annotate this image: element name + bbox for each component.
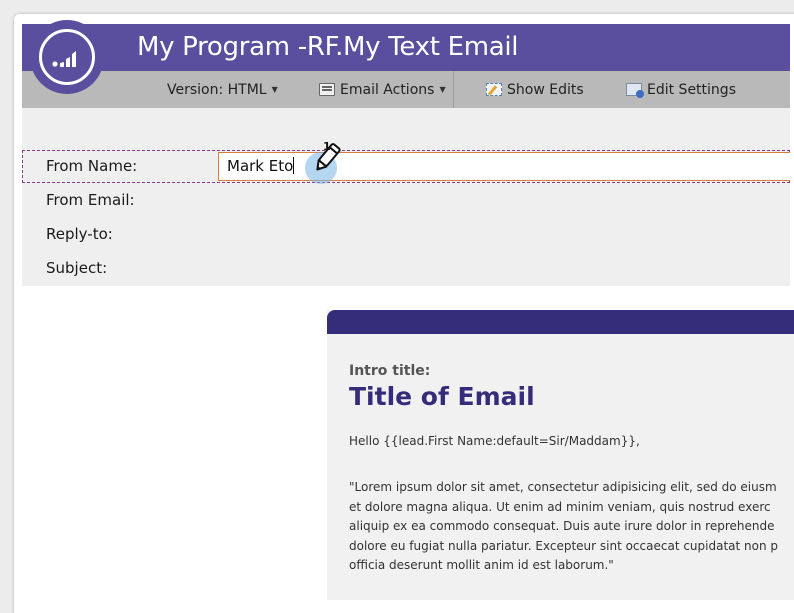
intro-title-label: Intro title:	[349, 363, 431, 379]
email-header-bar	[327, 310, 794, 334]
cursor-step-badge: 1	[323, 140, 331, 153]
reply-to-row[interactable]: Reply-to:	[22, 218, 790, 251]
page-title: My Program -RF.My Text Email	[137, 32, 519, 62]
from-email-row[interactable]: From Email:	[22, 184, 790, 217]
email-title[interactable]: Title of Email	[349, 382, 535, 411]
edit-cursor: 1	[295, 138, 355, 188]
subject-label: Subject:	[46, 259, 108, 277]
signal-bars-icon	[52, 51, 76, 67]
reply-to-label: Reply-to:	[46, 225, 113, 243]
edit-settings-label: Edit Settings	[647, 81, 736, 98]
toolbar: Version: HTML ▼ Email Actions ▼ Show Edi…	[22, 71, 790, 108]
show-edits-button[interactable]: Show Edits	[486, 71, 584, 108]
email-actions-label: Email Actions	[340, 81, 435, 98]
subject-row[interactable]: Subject:	[22, 252, 790, 285]
from-email-label: From Email:	[46, 191, 135, 209]
caret-down-icon: ▼	[271, 85, 278, 94]
body-line: aliquip ex ea commodo consequat. Duis au…	[349, 519, 775, 533]
body-line: et dolore magna aliqua. Ut enim ad minim…	[349, 499, 771, 514]
email-icon	[319, 83, 335, 96]
app-logo	[30, 20, 104, 94]
caret-down-icon: ▼	[439, 85, 446, 94]
version-label: Version: HTML	[167, 81, 267, 98]
from-name-row: From Name: Mark Eto	[22, 150, 790, 183]
email-greeting: Hello {{lead.First Name:default=Sir/Madd…	[349, 434, 640, 448]
from-name-value: Mark Eto	[227, 157, 294, 175]
logo-ring	[39, 29, 95, 85]
from-name-label: From Name:	[46, 157, 138, 175]
version-dropdown[interactable]: Version: HTML ▼	[167, 71, 278, 108]
email-actions-dropdown[interactable]: Email Actions ▼	[319, 71, 446, 108]
edit-settings-button[interactable]: Edit Settings	[626, 71, 736, 108]
show-edits-label: Show Edits	[507, 81, 584, 98]
email-body-text[interactable]: "Lorem ipsum dolor sit amet, consectetur…	[349, 478, 794, 576]
email-preview: Intro title: Title of Email Hello {{lead…	[327, 310, 794, 600]
toolbar-divider	[453, 71, 454, 108]
edit-pencil-icon	[486, 83, 502, 96]
body-line: dolore eu fugiat nulla pariatur. Excepte…	[349, 538, 779, 553]
body-line: "Lorem ipsum dolor sit amet, consectetur…	[349, 480, 777, 494]
email-header-form: From Name: Mark Eto From Email: Reply-to…	[22, 108, 790, 286]
body-line: officia deserunt mollit anim id est labo…	[349, 558, 614, 572]
settings-icon	[626, 83, 644, 98]
